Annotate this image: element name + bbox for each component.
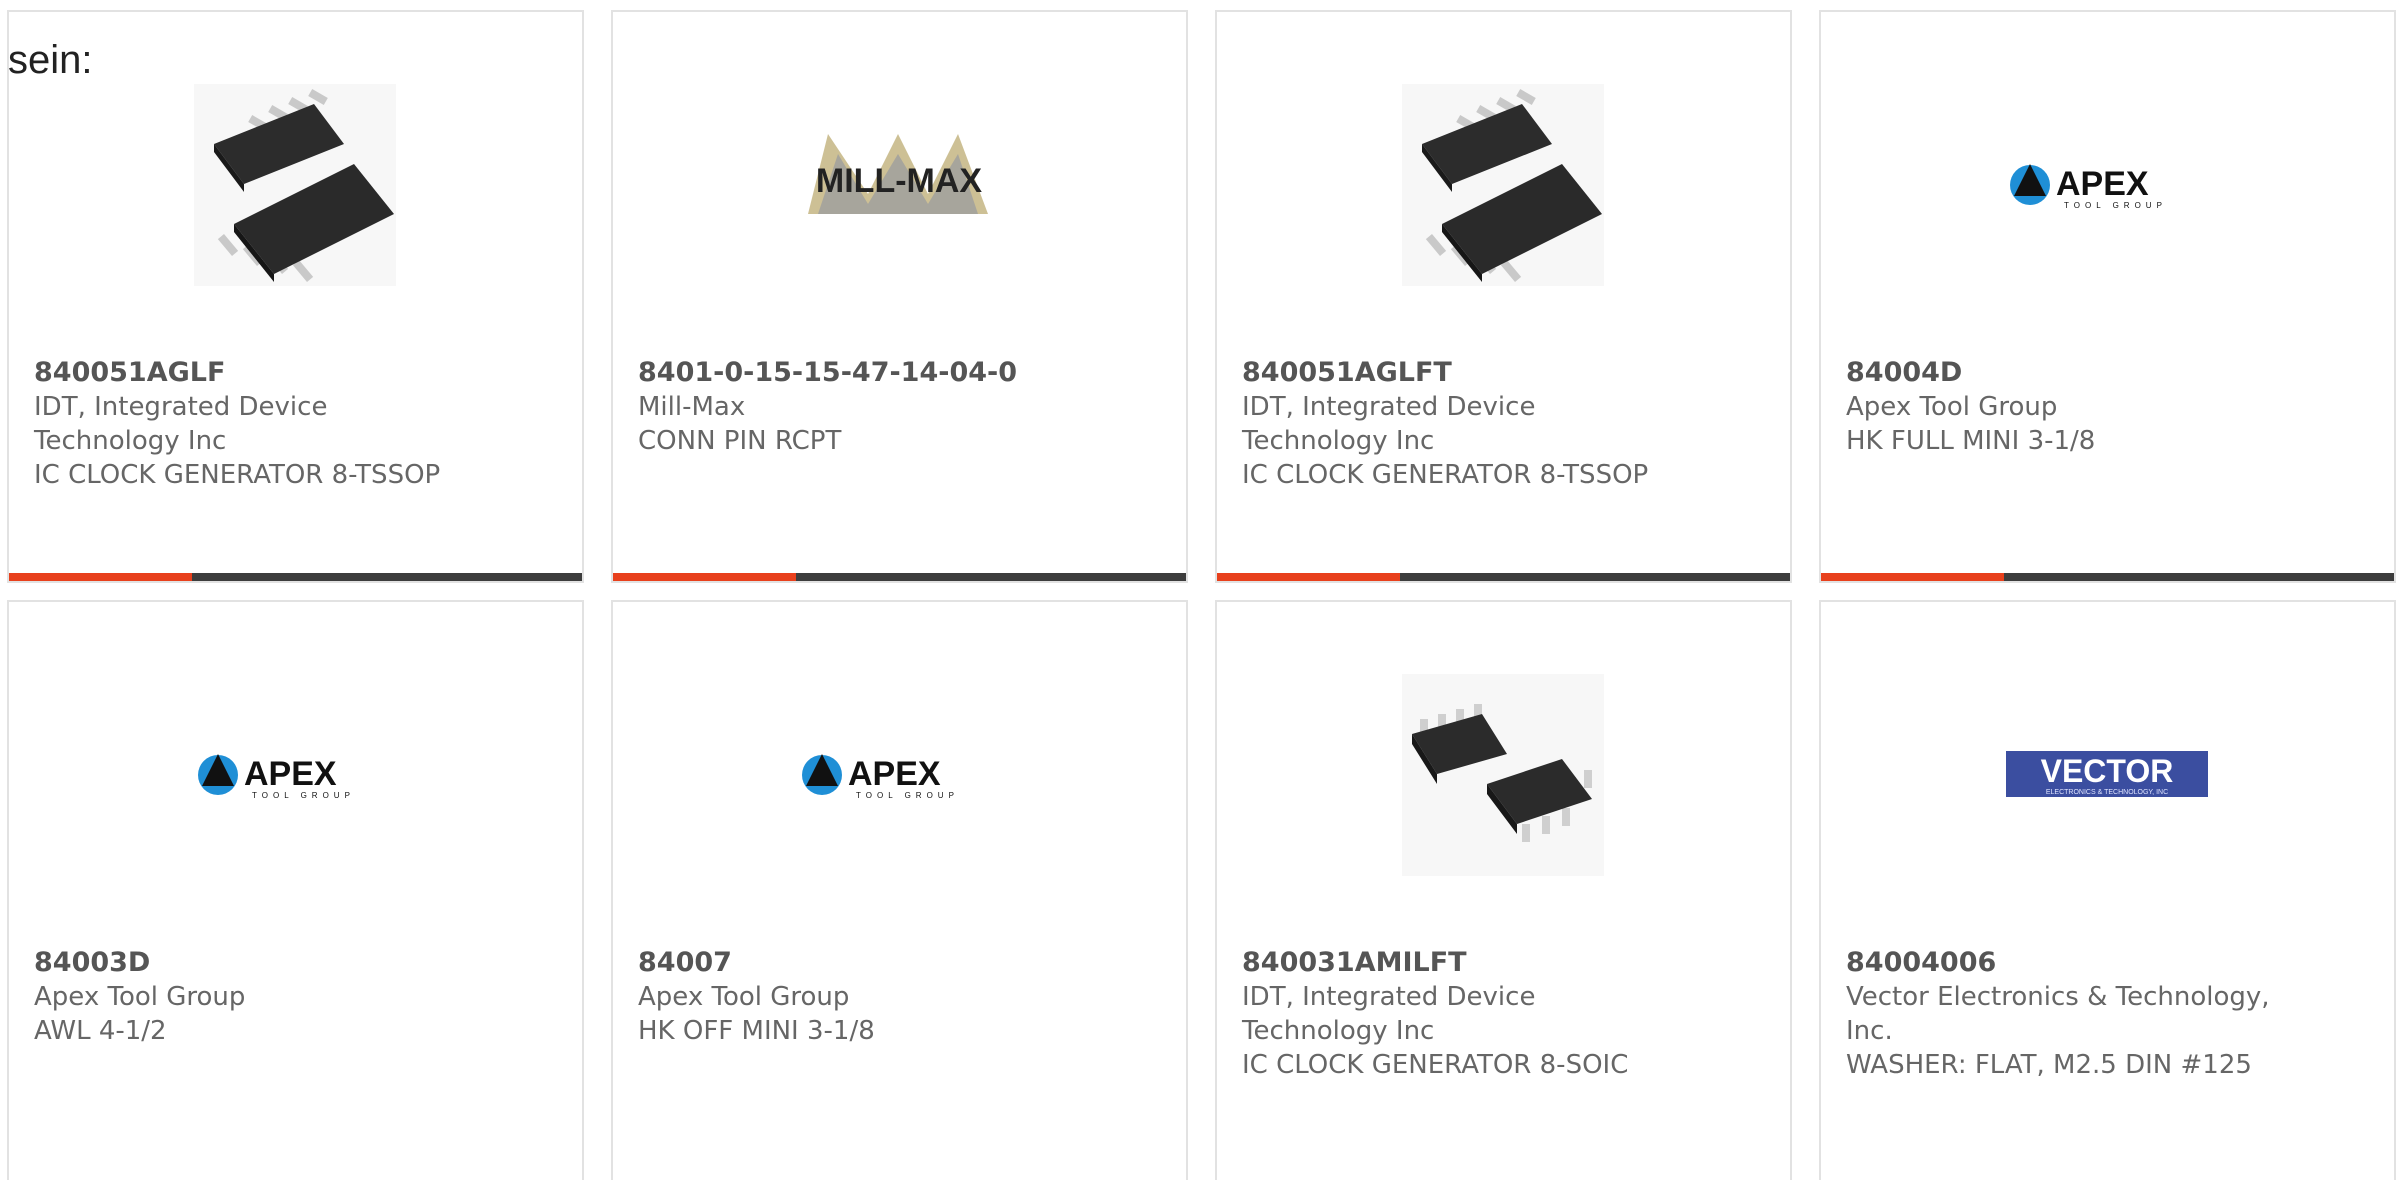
product-description: HK OFF MINI 3-1/8 — [638, 1016, 875, 1046]
manufacturer: Mill-Max — [638, 392, 746, 422]
card-bar — [1217, 573, 1790, 581]
product-image[interactable] — [194, 84, 396, 286]
product-image[interactable] — [1402, 674, 1604, 876]
product-card[interactable]: 840051AGLFT IDT, Integrated Device Techn… — [1215, 10, 1792, 583]
product-image[interactable]: VECTOR ELECTRONICS & TECHNOLOGY, INC — [2006, 674, 2208, 876]
product-info: 84007 Apex Tool Group HK OFF MINI 3-1/8 — [638, 946, 1138, 1048]
part-number[interactable]: 84004006 — [1846, 946, 2346, 980]
product-image[interactable]: APEX TOOL GROUP — [798, 674, 1000, 876]
product-description: AWL 4-1/2 — [34, 1016, 167, 1046]
product-info: 84004D Apex Tool Group HK FULL MINI 3-1/… — [1846, 356, 2346, 458]
card-bar — [9, 573, 582, 581]
product-image[interactable]: APEX TOOL GROUP — [194, 674, 396, 876]
card-bar-accent — [1217, 573, 1400, 581]
apex-subline: TOOL GROUP — [252, 791, 355, 800]
tssop-chip-icon — [1402, 84, 1604, 286]
product-description: HK FULL MINI 3-1/8 — [1846, 426, 2096, 456]
product-card[interactable]: APEX TOOL GROUP 84007 Apex Tool Group HK… — [611, 600, 1188, 1180]
product-card[interactable]: 840031AMILFT IDT, Integrated Device Tech… — [1215, 600, 1792, 1180]
manufacturer: IDT, Integrated Device Technology Inc — [1242, 392, 1536, 456]
apex-logo: APEX TOOL GROUP — [198, 754, 355, 800]
product-info: 84004006 Vector Electronics & Technology… — [1846, 946, 2346, 1082]
part-number[interactable]: 8401-0-15-15-47-14-04-0 — [638, 356, 1138, 390]
soic-chip-icon — [1402, 674, 1604, 876]
product-card[interactable]: APEX TOOL GROUP 84004D Apex Tool Group H… — [1819, 10, 2396, 583]
product-description: WASHER: FLAT, M2.5 DIN #125 — [1846, 1050, 2252, 1080]
card-bar-accent — [613, 573, 796, 581]
product-info: 8401-0-15-15-47-14-04-0 Mill-Max CONN PI… — [638, 356, 1138, 458]
apex-wordmark: APEX — [848, 755, 941, 793]
part-number[interactable]: 840051AGLFT — [1242, 356, 1742, 390]
part-number[interactable]: 840031AMILFT — [1242, 946, 1742, 980]
product-image[interactable]: APEX TOOL GROUP — [2006, 84, 2208, 286]
intro-text: sein: — [8, 38, 93, 82]
card-bar-accent — [1821, 573, 2004, 581]
product-card[interactable]: 840051AGLF IDT, Integrated Device Techno… — [7, 10, 584, 583]
mill-max-wordmark: MILL-MAX — [816, 162, 983, 200]
product-info: 84003D Apex Tool Group AWL 4-1/2 — [34, 946, 534, 1048]
manufacturer: Vector Electronics & Technology, Inc. — [1846, 982, 2270, 1046]
vector-wordmark: VECTOR — [2041, 753, 2174, 789]
product-grid: 840051AGLF IDT, Integrated Device Techno… — [0, 0, 2400, 1180]
card-bar — [1821, 573, 2394, 581]
product-card[interactable]: MILL-MAX 8401-0-15-15-47-14-04-0 Mill-Ma… — [611, 10, 1188, 583]
mill-max-logo: MILL-MAX — [808, 134, 988, 214]
apex-subline: TOOL GROUP — [856, 791, 959, 800]
product-image[interactable] — [1402, 84, 1604, 286]
part-number[interactable]: 840051AGLF — [34, 356, 534, 390]
manufacturer: Apex Tool Group — [34, 982, 246, 1012]
card-bar — [613, 573, 1186, 581]
product-info: 840051AGLF IDT, Integrated Device Techno… — [34, 356, 534, 492]
vector-logo: VECTOR ELECTRONICS & TECHNOLOGY, INC — [2006, 751, 2208, 797]
product-info: 840031AMILFT IDT, Integrated Device Tech… — [1242, 946, 1742, 1082]
product-description: CONN PIN RCPT — [638, 426, 842, 456]
product-card[interactable]: APEX TOOL GROUP 84003D Apex Tool Group A… — [7, 600, 584, 1180]
product-image[interactable]: MILL-MAX — [798, 84, 1000, 286]
product-description: IC CLOCK GENERATOR 8-TSSOP — [34, 460, 441, 490]
product-info: 840051AGLFT IDT, Integrated Device Techn… — [1242, 356, 1742, 492]
card-bar-accent — [9, 573, 192, 581]
product-description: IC CLOCK GENERATOR 8-SOIC — [1242, 1050, 1629, 1080]
apex-wordmark: APEX — [2056, 165, 2149, 203]
apex-wordmark: APEX — [244, 755, 337, 793]
part-number[interactable]: 84003D — [34, 946, 534, 980]
apex-subline: TOOL GROUP — [2064, 201, 2167, 210]
apex-logo: APEX TOOL GROUP — [2010, 164, 2167, 210]
manufacturer: IDT, Integrated Device Technology Inc — [34, 392, 328, 456]
vector-subline: ELECTRONICS & TECHNOLOGY, INC — [2046, 789, 2168, 796]
apex-logo: APEX TOOL GROUP — [802, 754, 959, 800]
manufacturer: Apex Tool Group — [1846, 392, 2058, 422]
part-number[interactable]: 84007 — [638, 946, 1138, 980]
manufacturer: IDT, Integrated Device Technology Inc — [1242, 982, 1536, 1046]
product-description: IC CLOCK GENERATOR 8-TSSOP — [1242, 460, 1649, 490]
product-card[interactable]: VECTOR ELECTRONICS & TECHNOLOGY, INC 840… — [1819, 600, 2396, 1180]
tssop-chip-icon — [194, 84, 396, 286]
part-number[interactable]: 84004D — [1846, 356, 2346, 390]
manufacturer: Apex Tool Group — [638, 982, 850, 1012]
